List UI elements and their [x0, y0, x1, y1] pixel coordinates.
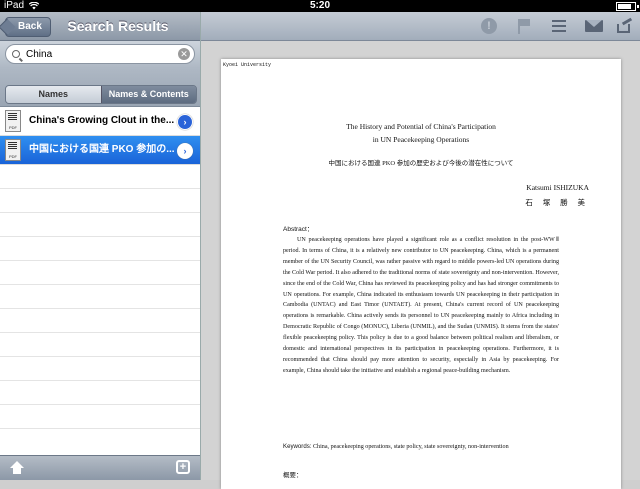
empty-row: [0, 165, 200, 189]
empty-row: [0, 405, 200, 429]
search-bar: ✕: [0, 41, 200, 68]
keywords-line: Keywords: China, peacekeeping operations…: [283, 443, 559, 450]
empty-row: [0, 261, 200, 285]
search-field[interactable]: ✕: [5, 44, 195, 64]
scope-names-contents-button[interactable]: Names & Contents: [100, 86, 196, 103]
scope-segmented-control: Names Names & Contents: [5, 85, 197, 104]
clear-search-icon[interactable]: ✕: [178, 48, 190, 60]
empty-row: [0, 285, 200, 309]
document-toolbar: !: [201, 12, 640, 41]
result-title: 中国における国連 PKO 参加の...: [29, 144, 175, 155]
empty-row: [0, 357, 200, 381]
flag-icon[interactable]: [516, 18, 532, 34]
empty-row: [0, 189, 200, 213]
search-input[interactable]: [26, 47, 166, 61]
pdf-icon: PDF: [5, 139, 21, 161]
empty-row: [0, 213, 200, 237]
result-title: China's Growing Clout in the...: [29, 115, 175, 126]
empty-row: [0, 381, 200, 405]
detail-disclosure-icon[interactable]: ›: [177, 114, 193, 130]
alert-icon[interactable]: !: [481, 18, 497, 34]
scope-bar: Names Names & Contents: [0, 68, 200, 107]
results-list: PDF China's Growing Clout in the... › PD…: [0, 107, 200, 429]
pdf-page[interactable]: Kyoei University The History and Potenti…: [221, 59, 621, 489]
abstract-heading: Abstract：: [283, 226, 314, 233]
result-row[interactable]: PDF China's Growing Clout in the... ›: [0, 107, 200, 136]
pdf-icon-label: PDF: [9, 125, 17, 130]
empty-row: [0, 309, 200, 333]
sidebar-navbar: Back Search Results: [0, 12, 200, 41]
detail-disclosure-icon[interactable]: ›: [177, 143, 193, 159]
clock: 5:20: [309, 0, 330, 11]
author-name-japanese: 石 塚 勝 美: [525, 198, 589, 207]
sidebar-title: Search Results: [67, 18, 169, 34]
search-icon: [12, 50, 20, 58]
sidebar-bottom-toolbar: +: [0, 455, 200, 480]
battery-icon: [616, 2, 639, 11]
result-row-selected[interactable]: PDF 中国における国連 PKO 参加の... ›: [0, 136, 200, 165]
share-icon[interactable]: [617, 17, 633, 33]
scope-names-button[interactable]: Names: [6, 86, 101, 103]
pdf-icon-label: PDF: [9, 154, 17, 159]
keywords-text: China, peacekeeping operations, state po…: [312, 444, 509, 450]
sidebar: Back Search Results ✕ Names Names & Cont…: [0, 12, 201, 480]
status-bar: iPad 5:20: [0, 0, 640, 12]
university-header: Kyoei University: [223, 62, 272, 68]
abstract-paragraph: UN peacekeeping operations have played a…: [283, 237, 559, 374]
home-icon[interactable]: [10, 461, 24, 475]
document-pane: ! Kyoei University The History and Poten…: [201, 12, 640, 489]
japanese-abstract-heading: 概要：: [283, 472, 303, 479]
paper-title-line1: The History and Potential of China's Par…: [346, 122, 496, 131]
menu-icon[interactable]: [551, 18, 567, 34]
japanese-title: 中国における国連 PKO 参加の歴史および今後の潜在性について: [328, 160, 514, 167]
keywords-label: Keywords:: [283, 443, 312, 450]
paper-title-line2: in UN Peacekeeping Operations: [372, 135, 470, 144]
author-name: Katsumi ISHIZUKA: [526, 183, 589, 192]
mail-icon[interactable]: [585, 20, 603, 32]
add-bookmark-icon[interactable]: +: [176, 460, 190, 474]
abstract-text: UN peacekeeping operations have played a…: [283, 235, 559, 377]
empty-row: [0, 237, 200, 261]
empty-row: [0, 333, 200, 357]
pdf-icon: PDF: [5, 110, 21, 132]
